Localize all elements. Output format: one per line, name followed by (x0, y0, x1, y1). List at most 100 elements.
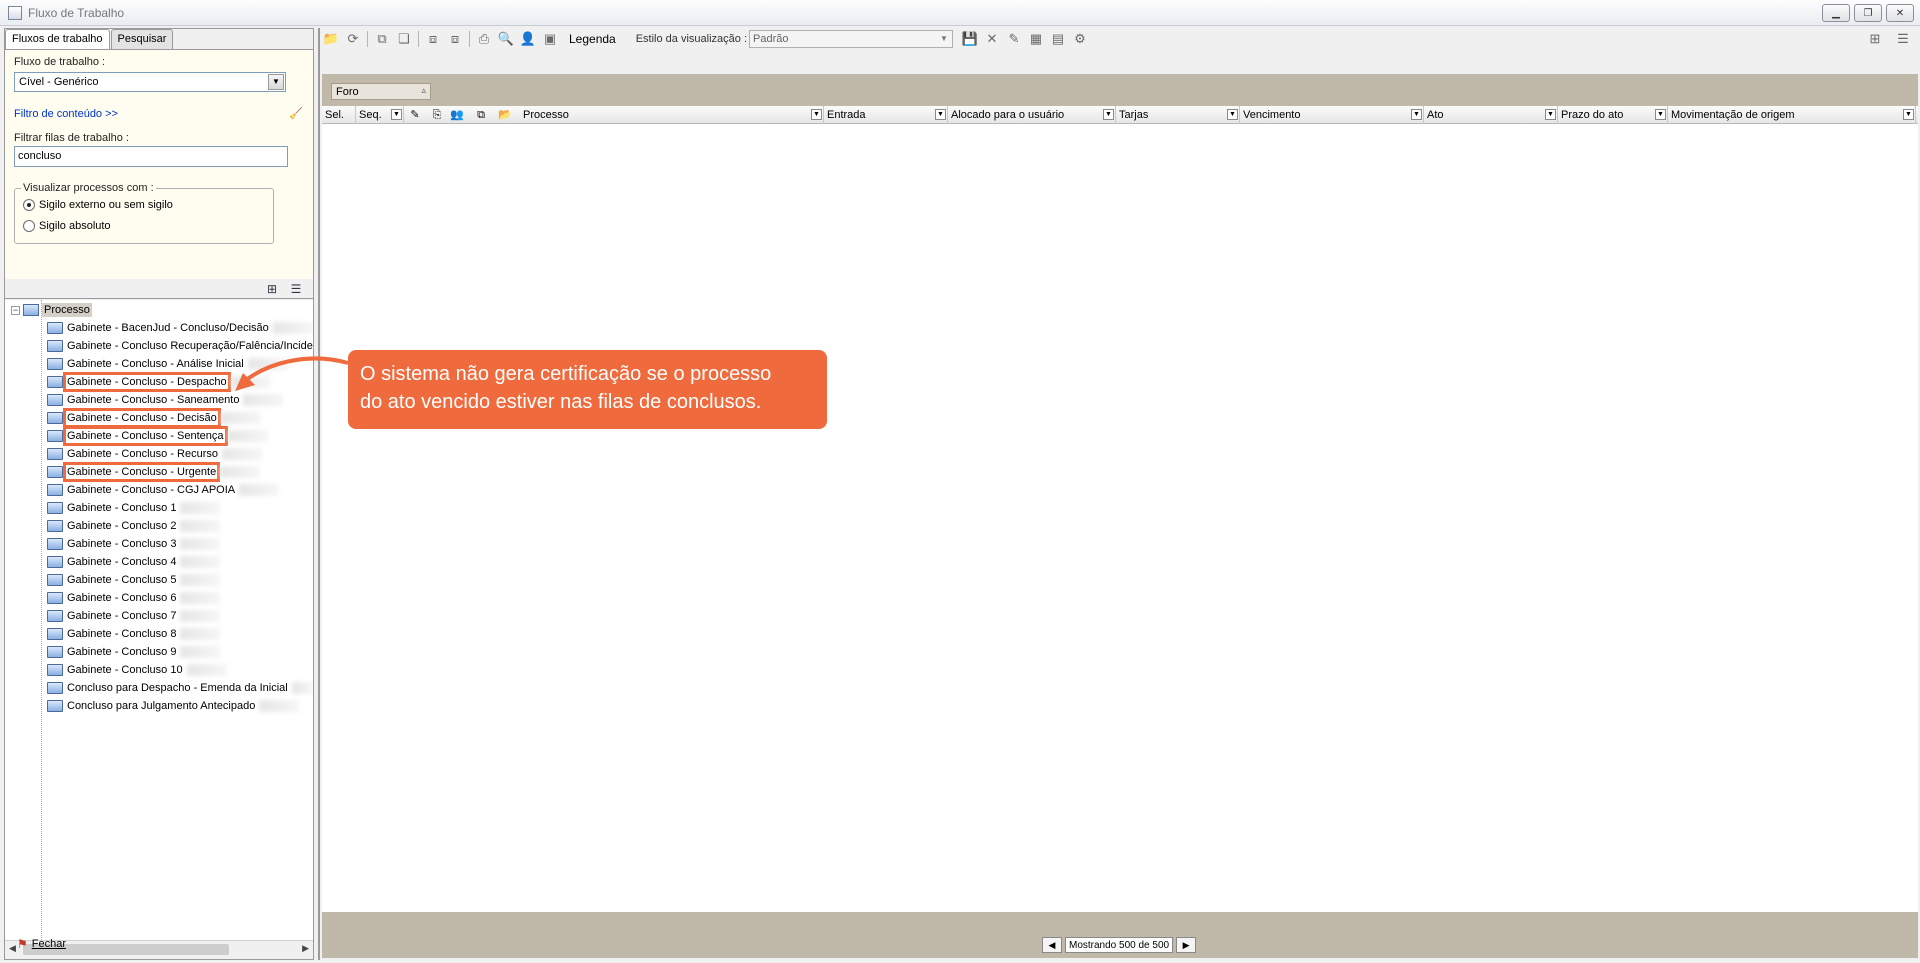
scroll-left-icon[interactable]: ◀ (9, 943, 16, 954)
tree-item[interactable]: Concluso para Despacho - Emenda da Inici… (5, 679, 313, 697)
radio-sigilo-absoluto[interactable] (23, 220, 35, 232)
tree-item[interactable]: Gabinete - Concluso 5 (5, 571, 313, 589)
tree-item[interactable]: Gabinete - Concluso 2 (5, 517, 313, 535)
sort-asc-icon[interactable]: ▵ (421, 85, 426, 96)
tab-pesquisar[interactable]: Pesquisar (110, 29, 174, 49)
tree-item[interactable]: Gabinete - Concluso 3 (5, 535, 313, 553)
tree-item[interactable]: Gabinete - Concluso - Urgente (5, 462, 313, 482)
delete-icon[interactable]: ✕ (983, 31, 1001, 47)
fechar-button[interactable]: ⚑ Fechar (17, 937, 66, 951)
radio-sigilo-externo[interactable] (23, 199, 35, 211)
tree-item[interactable]: Gabinete - Concluso - Sentença (5, 426, 313, 446)
filter-dropdown-icon[interactable]: ▼ (1655, 109, 1666, 120)
col-ato[interactable]: Ato ▼ (1424, 106, 1558, 124)
group-chip-foro[interactable]: Foro ▵ (331, 83, 431, 100)
chevron-down-icon[interactable]: ▼ (937, 32, 951, 46)
attachment-icon[interactable]: ⎘ (430, 108, 444, 122)
estilo-select[interactable]: Padrão ▼ (749, 30, 953, 48)
document-icon[interactable]: ▤ (1049, 31, 1067, 47)
refresh-icon[interactable]: ⟳ (344, 31, 362, 47)
filter-dropdown-icon[interactable]: ▼ (1411, 109, 1422, 120)
tree-item-label: Gabinete - Concluso - Recurso (67, 448, 219, 460)
col-prazo[interactable]: Prazo do ato ▼ (1558, 106, 1668, 124)
duplicate-icon[interactable]: ❏ (395, 31, 413, 47)
close-button[interactable]: ✕ (1886, 4, 1914, 22)
tree-item-label: Gabinete - Concluso 6 (67, 592, 177, 604)
col-entrada[interactable]: Entrada ▼ (824, 106, 948, 124)
grid-body[interactable] (322, 124, 1918, 912)
collapse-tree-icon[interactable]: ☰ (289, 282, 303, 296)
expand-tree-icon[interactable]: ⊞ (265, 282, 279, 296)
fechar-label: Fechar (31, 938, 67, 950)
folder-up-icon[interactable]: 📂 (498, 108, 512, 122)
restore-button[interactable]: ❐ (1854, 4, 1882, 22)
col-vencimento[interactable]: Vencimento ▼ (1240, 106, 1424, 124)
next-page-button[interactable]: ▶ (1176, 937, 1197, 953)
tree-item[interactable]: Gabinete - Concluso - CGJ APOIA (5, 481, 313, 499)
tree-item[interactable]: Gabinete - Concluso 9 (5, 643, 313, 661)
tree-item[interactable]: Gabinete - Concluso 10 (5, 661, 313, 679)
tree-item[interactable]: Gabinete - Concluso 4 (5, 553, 313, 571)
tree-item-label: Gabinete - Concluso - Análise Inicial (67, 358, 244, 370)
filter-dropdown-icon[interactable]: ▼ (811, 109, 822, 120)
tree-item[interactable]: Concluso para Julgamento Antecipado (5, 697, 313, 715)
tree-item[interactable]: Gabinete - Concluso 1 (5, 499, 313, 517)
col-processo-label: Processo (523, 109, 569, 121)
tree-item[interactable]: Gabinete - BacenJud - Concluso/Decisão (5, 319, 313, 337)
scroll-right-icon[interactable]: ▶ (302, 943, 309, 954)
pager: ◀ Mostrando 500 de 500 ▶ (1042, 937, 1197, 953)
note-icon[interactable]: ✎ (408, 108, 422, 122)
move-icon[interactable]: ⧈ (424, 31, 442, 47)
legenda-button[interactable]: Legenda (569, 32, 616, 46)
col-tarjas[interactable]: Tarjas ▼ (1116, 106, 1240, 124)
tree-item[interactable]: Gabinete - Concluso 7 (5, 607, 313, 625)
col-sel[interactable]: Sel. (322, 106, 356, 124)
broom-icon[interactable]: 🧹 (289, 107, 303, 120)
filter-dropdown-icon[interactable]: ▼ (1545, 109, 1556, 120)
edit-icon[interactable]: ✎ (1005, 31, 1023, 47)
tree-item[interactable]: Gabinete - Concluso 8 (5, 625, 313, 643)
tree-root[interactable]: − Processo (11, 301, 92, 319)
filtro-conteudo-link[interactable]: Filtro de conteúdo >> (14, 108, 118, 120)
settings-icon[interactable]: ⚙ (1071, 31, 1089, 47)
tree-view-icon[interactable]: ⊞ (1866, 31, 1884, 47)
save-icon[interactable]: 💾 (961, 31, 979, 47)
list-view-icon[interactable]: ☰ (1894, 31, 1912, 47)
tree-item[interactable]: Gabinete - Concluso - Decisão (5, 408, 313, 428)
col-alocado[interactable]: Alocado para o usuário ▼ (948, 106, 1116, 124)
linked-docs-icon[interactable]: ⧉ (474, 108, 488, 122)
tree-item[interactable]: Gabinete - Concluso 6 (5, 589, 313, 607)
user-icon[interactable]: 👤 (519, 31, 537, 47)
preview-icon[interactable]: 🔍 (497, 31, 515, 47)
print-icon[interactable]: ⎙ (475, 31, 493, 47)
users-icon[interactable]: 👥 (450, 108, 464, 122)
fluxo-select[interactable]: Cível - Genérico ▼ (14, 72, 286, 92)
columns-icon[interactable]: ▦ (1027, 31, 1045, 47)
filtrar-input[interactable]: concluso (14, 146, 288, 167)
copy-icon[interactable]: ⧉ (373, 31, 391, 47)
tab-fluxos[interactable]: Fluxos de trabalho (5, 29, 110, 50)
redacted-count (180, 574, 221, 586)
col-movimentacao[interactable]: Movimentação de origem ▼ (1668, 106, 1916, 124)
collapse-icon[interactable]: − (11, 305, 20, 315)
radio-sigilo-absoluto-row[interactable]: Sigilo absoluto (23, 220, 111, 232)
radio-sigilo-externo-row[interactable]: Sigilo externo ou sem sigilo (23, 199, 173, 211)
filter-dropdown-icon[interactable]: ▼ (1103, 109, 1114, 120)
minimize-button[interactable]: ▁ (1822, 4, 1850, 22)
move-to-icon[interactable]: ⧈ (446, 31, 464, 47)
col-seq[interactable]: Seq. ▼ (356, 106, 404, 124)
chevron-down-icon[interactable]: ▼ (268, 74, 284, 90)
col-processo[interactable]: Processo ▼ (520, 106, 824, 124)
tree-item-label: Gabinete - Concluso 1 (67, 502, 177, 514)
filter-dropdown-icon[interactable]: ▼ (935, 109, 946, 120)
tree-item[interactable]: Gabinete - Concluso - Recurso (5, 445, 313, 463)
group-chip-label: Foro (336, 86, 359, 98)
filter-dropdown-icon[interactable]: ▼ (1227, 109, 1238, 120)
folder-open-icon[interactable]: 📁 (322, 31, 340, 47)
stamp-icon[interactable]: ▣ (541, 31, 559, 47)
col-movimentacao-label: Movimentação de origem (1671, 109, 1795, 121)
filter-dropdown-icon[interactable]: ▼ (1903, 109, 1914, 120)
tree-item[interactable]: Gabinete - Concluso Recuperação/Falência… (5, 337, 313, 355)
prev-page-button[interactable]: ◀ (1042, 937, 1062, 953)
filter-dropdown-icon[interactable]: ▼ (391, 109, 402, 120)
